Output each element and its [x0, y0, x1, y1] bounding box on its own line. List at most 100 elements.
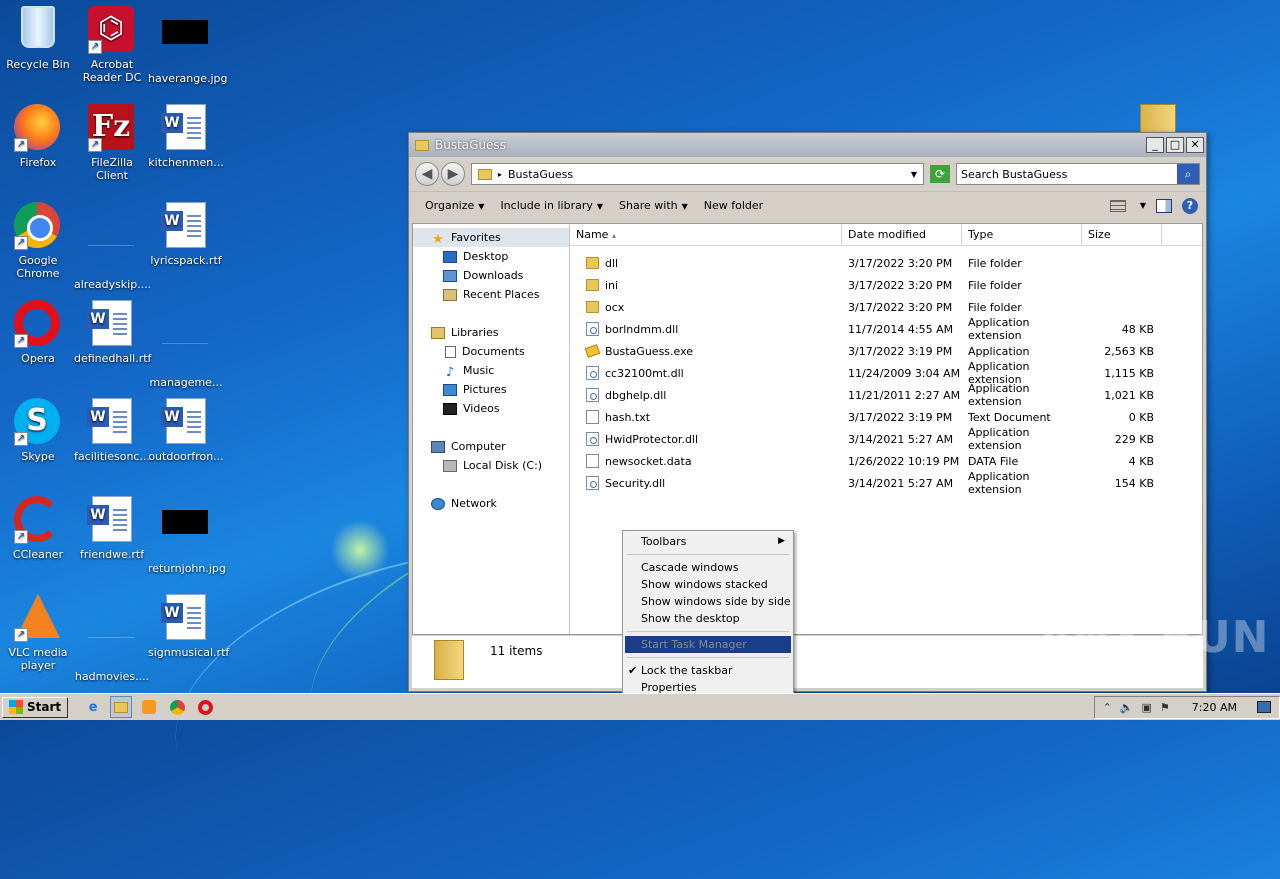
desktop-icon-chrome[interactable]: ↗ Google Chrome [0, 202, 76, 280]
column-header-name[interactable]: Name ▴ [570, 224, 842, 245]
menu-item-show-desktop[interactable]: Show the desktop [625, 610, 791, 627]
desktop-icon-firefox[interactable]: ↗ Firefox [0, 104, 76, 169]
back-button[interactable]: ◀ [415, 162, 439, 186]
file-name: borlndmm.dll [605, 322, 679, 336]
desktop-icon-manageme[interactable]: manageme... [148, 300, 224, 389]
desktop-icon-recycle-bin[interactable]: Recycle Bin [0, 6, 76, 71]
column-header-type[interactable]: Type [962, 224, 1082, 245]
clock[interactable]: 7:20 AM [1192, 701, 1237, 714]
dll-file-icon [586, 322, 599, 336]
file-row[interactable]: dbghelp.dll 11/21/2011 2:27 AM Application… [570, 382, 1202, 408]
desktop-icon-vlc[interactable]: ↗ VLC media player [0, 594, 76, 672]
close-button[interactable]: ✕ [1186, 137, 1204, 153]
menu-item-lock-taskbar[interactable]: ✔ Lock the taskbar [625, 662, 791, 679]
preview-pane-icon[interactable] [1156, 198, 1172, 213]
explorer-window: BustaGuess _ □ ✕ ◀ ▶ ▸ BustaGuess ▼ ⟳ ⌕ … [408, 132, 1207, 692]
file-row[interactable]: dll 3/17/2022 3:20 PM File folder [570, 252, 1202, 274]
nav-favorites[interactable]: ★ Favorites [413, 228, 569, 247]
file-row[interactable]: borlndmm.dll 11/7/2014 4:55 AM Application… [570, 316, 1202, 342]
menu-item-cascade[interactable]: Cascade windows [625, 559, 791, 576]
title-bar[interactable]: BustaGuess _ □ ✕ [409, 133, 1206, 157]
file-type: Application extension [968, 316, 1030, 342]
nav-videos[interactable]: Videos [413, 399, 569, 418]
file-name: Security.dll [605, 476, 666, 490]
address-dropdown-icon[interactable]: ▼ [911, 170, 923, 179]
file-row[interactable]: ocx 3/17/2022 3:20 PM File folder [570, 296, 1202, 318]
explorer-taskbar-button[interactable] [110, 696, 133, 718]
taskbar[interactable]: Start e ⌃ 🔈 ▣ ⚑ 7:20 AM [0, 693, 1280, 720]
minimize-button[interactable]: _ [1146, 137, 1164, 153]
desktop-icon-outdoorfron[interactable]: outdoorfron... [148, 398, 224, 463]
breadcrumb[interactable]: BustaGuess [508, 168, 905, 181]
desktop-folder-icon[interactable] [1140, 104, 1176, 134]
breadcrumb-separator-icon: ▸ [498, 169, 503, 179]
refresh-button[interactable]: ⟳ [930, 165, 950, 183]
search-input[interactable] [957, 165, 1177, 183]
nav-documents[interactable]: Documents [413, 342, 569, 361]
file-date: 1/26/2022 10:19 PM [848, 454, 960, 468]
desktop-icon-filezilla[interactable]: Fz ↗ FileZilla Client [74, 104, 150, 182]
network-status-icon[interactable]: ▣ [1142, 701, 1152, 714]
desktop-icon-ccleaner[interactable]: ↗ CCleaner [0, 496, 76, 561]
show-hidden-icons-icon[interactable]: ⌃ [1103, 701, 1112, 714]
file-row[interactable]: cc32100mt.dll 11/24/2009 3:04 AM Applicati… [570, 360, 1202, 386]
nav-recent-places[interactable]: Recent Places [413, 285, 569, 304]
file-size: 1,115 KB [1104, 366, 1154, 380]
desktop-icon-returnjohn[interactable]: returnjohn.jpg [148, 496, 226, 575]
desktop-icon-alreadyskip[interactable]: alreadyskip.... [74, 202, 151, 291]
file-row[interactable]: Security.dll 3/14/2021 5:27 AM Application… [570, 470, 1202, 496]
address-bar[interactable]: ▸ BustaGuess ▼ [471, 163, 924, 185]
chrome-taskbar-button[interactable] [166, 696, 188, 718]
column-header-size[interactable]: Size [1082, 224, 1162, 245]
nav-pictures[interactable]: Pictures [413, 380, 569, 399]
desktop-icon-kitchenmen[interactable]: kitchenmen... [148, 104, 224, 169]
action-center-flag-icon[interactable]: ⚑ [1160, 701, 1170, 714]
view-options-icon[interactable] [1109, 199, 1126, 212]
shortcut-arrow-icon: ↗ [88, 138, 102, 152]
include-in-library-button[interactable]: Include in library ▼ [492, 194, 611, 218]
desktop-icon-skype[interactable]: S ↗ Skype [0, 398, 76, 463]
start-button[interactable]: Start [2, 696, 69, 718]
media-player-button[interactable] [138, 696, 160, 718]
desktop-icon-hadmovies[interactable]: hadmovies.... [74, 594, 150, 683]
file-row[interactable]: HwidProtector.dll 3/14/2021 5:27 AM Applic… [570, 426, 1202, 452]
menu-separator [627, 554, 789, 555]
nav-downloads[interactable]: Downloads [413, 266, 569, 285]
nav-desktop[interactable]: Desktop [413, 247, 569, 266]
opera-taskbar-button[interactable] [194, 696, 216, 718]
forward-button[interactable]: ▶ [441, 162, 465, 186]
organize-button[interactable]: Organize ▼ [417, 194, 492, 218]
desktop-icon-opera[interactable]: ↗ Opera [0, 300, 76, 365]
file-row[interactable]: BustaGuess.exe 3/17/2022 3:19 PM Applicati… [570, 340, 1202, 362]
menu-item-stacked[interactable]: Show windows stacked [625, 576, 791, 593]
maximize-button[interactable]: □ [1166, 137, 1184, 153]
column-header-date[interactable]: Date modified [842, 224, 962, 245]
nav-network[interactable]: Network [413, 494, 569, 513]
internet-explorer-icon[interactable]: e [82, 696, 104, 718]
file-name-cell: Security.dll [570, 476, 842, 490]
file-row[interactable]: hash.txt 3/17/2022 3:19 PM Text Document 0 … [570, 406, 1202, 428]
new-folder-button[interactable]: New folder [696, 194, 771, 218]
share-with-button[interactable]: Share with ▼ [611, 194, 696, 218]
desktop-icon-acrobat[interactable]: ⌬ ↗ Acrobat Reader DC [74, 6, 150, 84]
help-icon[interactable]: ? [1182, 197, 1198, 214]
desktop-icon-haverange[interactable]: haverange.jpg [148, 6, 228, 85]
nav-libraries[interactable]: Libraries [413, 323, 569, 342]
search-icon[interactable]: ⌕ [1177, 164, 1199, 184]
desktop-icon-signmusical[interactable]: signmusical.rtf [148, 594, 229, 659]
desktop-icon-facilitiesonc[interactable]: facilitiesonc... [74, 398, 150, 463]
menu-item-toolbars[interactable]: Toolbars ▶ [625, 533, 791, 550]
menu-item-side-by-side[interactable]: Show windows side by side [625, 593, 791, 610]
show-desktop-button[interactable] [1257, 701, 1271, 713]
nav-music[interactable]: ♪ Music [413, 361, 569, 380]
desktop-icon-friendwe[interactable]: friendwe.rtf [74, 496, 150, 561]
volume-icon[interactable]: 🔈 [1120, 701, 1134, 714]
nav-local-disk[interactable]: Local Disk (C:) [413, 456, 569, 475]
file-row[interactable]: ini 3/17/2022 3:20 PM File folder [570, 274, 1202, 296]
desktop-icon-definedhall[interactable]: definedhall.rtf [74, 300, 151, 365]
menu-item-task-manager[interactable]: Start Task Manager [625, 636, 791, 653]
file-row[interactable]: newsocket.data 1/26/2022 10:19 PM DATA Fil… [570, 450, 1202, 472]
nav-computer[interactable]: Computer [413, 437, 569, 456]
chevron-down-icon[interactable]: ▼ [1140, 201, 1146, 210]
desktop-icon-lyricspack[interactable]: lyricspack.rtf [148, 202, 224, 267]
